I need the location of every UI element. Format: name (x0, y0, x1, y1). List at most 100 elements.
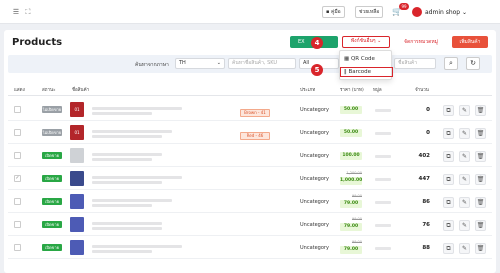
status-badge: เปิดขาย (42, 197, 62, 205)
edit-button[interactable]: ✎ (459, 127, 470, 139)
step-4-marker: 4 (311, 37, 323, 49)
row-checkbox[interactable] (14, 220, 21, 228)
edit-button[interactable]: ✎ (459, 150, 470, 162)
product-thumbnail[interactable]: 01 (70, 101, 84, 117)
col-header-group: หมู่ล (373, 88, 382, 93)
manage-categories-button[interactable]: จัดการหมวดหมู่ (396, 36, 446, 48)
status-badge: เปิดขาย (42, 151, 62, 159)
copy-button[interactable]: ⧉ (443, 127, 454, 139)
group-placeholder (375, 223, 391, 227)
old-price: 99.00 (351, 216, 362, 221)
edit-button[interactable]: ✎ (459, 219, 470, 231)
product-name-text[interactable] (92, 221, 162, 225)
delete-button[interactable]: 🗑 (475, 242, 486, 254)
delete-button[interactable]: 🗑 (475, 104, 486, 116)
row-checkbox[interactable] (14, 243, 21, 251)
manage-categories-label: จัดการหมวดหมู่ (404, 39, 438, 45)
hamburger-icon[interactable]: ☰ (12, 8, 20, 16)
copy-button[interactable]: ⧉ (443, 150, 454, 162)
edit-button[interactable]: ✎ (459, 196, 470, 208)
old-price: 99.00 (351, 193, 362, 198)
row-checkbox[interactable] (14, 151, 21, 159)
copy-button[interactable]: ⧉ (443, 242, 454, 254)
refresh-button[interactable]: ↻ (466, 57, 480, 70)
variant-badge: Brown - 41 (240, 108, 270, 117)
copy-button[interactable]: ⧉ (443, 196, 454, 208)
help-label: ช่วยเหลือ (359, 9, 380, 15)
help-button[interactable]: ช่วยเหลือ (355, 6, 384, 18)
col-header-show: แสดง (14, 88, 25, 93)
qr-code-menu-item[interactable]: ▦ QR Code (340, 54, 393, 64)
old-price: 99.00 (351, 239, 362, 244)
filter-label: ค้นหาจากภาษา (135, 62, 169, 68)
group-placeholder (375, 154, 391, 158)
barcode-menu-item[interactable]: ‖ Barcode (340, 67, 393, 77)
search-icon: ⌕ (449, 59, 453, 67)
delete-button[interactable]: 🗑 (475, 196, 486, 208)
product-thumbnail[interactable] (70, 193, 84, 209)
copy-button[interactable]: ⧉ (443, 104, 454, 116)
product-name-text[interactable] (92, 198, 172, 202)
fullscreen-icon[interactable]: ⛶ (24, 8, 32, 16)
product-sku-text (92, 249, 152, 253)
product-name-text[interactable] (92, 152, 162, 156)
copy-button[interactable]: ⧉ (443, 173, 454, 185)
product-name-text[interactable] (92, 175, 182, 179)
language-select[interactable]: TH ⌄ (175, 58, 225, 69)
avatar[interactable] (412, 7, 422, 17)
manual-button[interactable]: ▪ คู่มือ (322, 6, 345, 18)
status-badge: เปิดขาย (42, 174, 62, 182)
row-checkbox[interactable] (14, 105, 21, 113)
page-title: Products (12, 37, 63, 48)
price-badge: 79.00 (340, 245, 362, 254)
product-sku-text (92, 180, 162, 184)
search-input[interactable]: ค้นหาชื่อสินค้า, SKU (228, 58, 296, 69)
row-checkbox[interactable] (14, 197, 21, 205)
product-category: Uncategory (300, 221, 329, 228)
product-thumbnail[interactable]: 01 (70, 124, 84, 140)
row-checkbox[interactable]: ✓ (14, 174, 21, 182)
product-category: Uncategory (300, 244, 329, 251)
product-thumbnail[interactable] (70, 147, 84, 163)
product-thumbnail[interactable] (70, 216, 84, 232)
group-placeholder (375, 246, 391, 250)
edit-button[interactable]: ✎ (459, 173, 470, 185)
col-header-name[interactable]: ชื่อสินค้า (72, 86, 89, 93)
cart-badge: 99 (399, 3, 409, 10)
delete-button[interactable]: 🗑 (475, 219, 486, 231)
stock-quantity: 86 (422, 198, 430, 205)
search-button[interactable]: ⌕ (444, 57, 458, 70)
status-badge: เปิดขาย (42, 243, 62, 251)
price-badge: 79.00 (340, 199, 362, 208)
product-name-input[interactable]: ชื่อสินค้า (394, 58, 436, 69)
variant-badge: Red - 46 (240, 131, 270, 140)
excel-label: EX (298, 39, 305, 45)
user-menu[interactable]: admin shop ⌄ (425, 9, 467, 16)
product-category: Uncategory (300, 129, 329, 136)
search-placeholder: ค้นหาชื่อสินค้า, SKU (232, 60, 278, 66)
price-badge: 50.00 (340, 105, 362, 114)
product-thumbnail[interactable] (70, 170, 84, 186)
copy-button[interactable]: ⧉ (443, 219, 454, 231)
more-functions-button[interactable]: ฟังก์ชันอื่นๆ ⌄ (342, 36, 390, 48)
edit-button[interactable]: ✎ (459, 104, 470, 116)
stock-quantity: 88 (422, 244, 430, 251)
product-category: Uncategory (300, 106, 329, 113)
row-checkbox[interactable] (14, 128, 21, 136)
product-name-text[interactable] (92, 106, 182, 110)
product-thumbnail[interactable] (70, 239, 84, 255)
col-header-category: ประเภท (300, 88, 316, 93)
delete-button[interactable]: 🗑 (475, 173, 486, 185)
delete-button[interactable]: 🗑 (475, 127, 486, 139)
product-sku-text (92, 111, 152, 115)
step-5-marker: 5 (311, 64, 323, 76)
delete-button[interactable]: 🗑 (475, 150, 486, 162)
product-name-text[interactable] (92, 129, 172, 133)
group-placeholder (375, 131, 391, 135)
stock-quantity: 0 (426, 106, 430, 113)
product-name-text[interactable] (92, 244, 182, 248)
edit-button[interactable]: ✎ (459, 242, 470, 254)
language-value: TH (179, 60, 186, 66)
add-product-button[interactable]: เพิ่มสินค้า (452, 36, 488, 48)
status-badge: ไม่เปิดขาย (42, 105, 62, 113)
